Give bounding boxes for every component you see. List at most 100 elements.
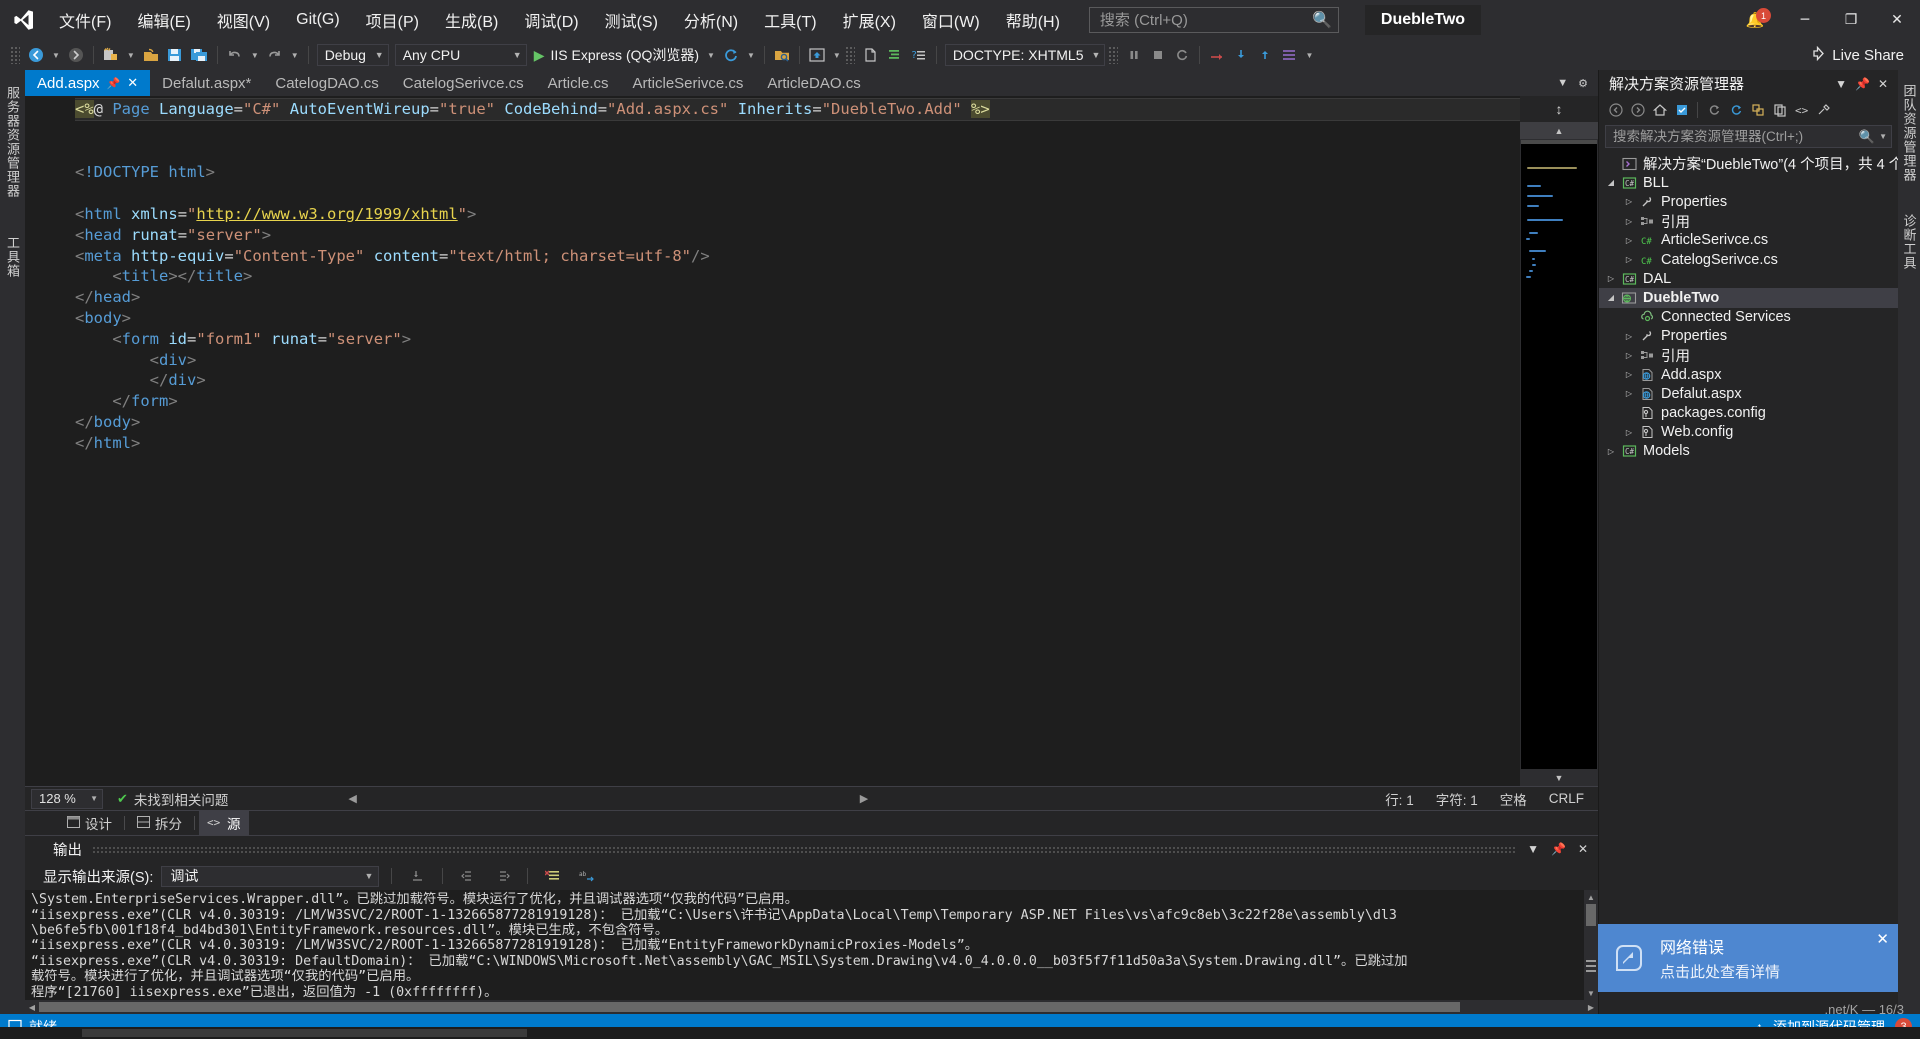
find-message-icon[interactable]	[404, 865, 430, 887]
chevron-down-icon[interactable]: ▼	[1527, 842, 1539, 856]
tree-row-bll[interactable]: ◢ C# BLL	[1599, 173, 1898, 192]
tree-expander-collapsed[interactable]: ▷	[1621, 389, 1637, 398]
rail-tab-server-explorer[interactable]: 服务器资源管理器	[2, 80, 23, 204]
undo-dropdown-icon[interactable]: ▼	[247, 51, 263, 60]
tree-expander-collapsed[interactable]: ▷	[1621, 370, 1637, 379]
tree-row-articleserivce-cs[interactable]: ▷ C# ArticleSerivce.cs	[1599, 231, 1898, 250]
menu-item-extensions[interactable]: 扩展(X)	[830, 0, 909, 40]
minimize-button[interactable]: ─	[1782, 0, 1828, 40]
refresh-icon[interactable]	[1725, 100, 1746, 121]
scroll-left-icon[interactable]: ◀	[348, 792, 356, 805]
designer-tab-split[interactable]: 拆分	[129, 810, 190, 836]
tree-expander-collapsed[interactable]: ▷	[1621, 217, 1637, 226]
doctype-combo[interactable]: DOCTYPE: XHTML5 ▼	[944, 44, 1106, 66]
editor-minimap[interactable]: ↕ ▲ ▼	[1520, 96, 1598, 787]
close-icon[interactable]: ✕	[1876, 930, 1889, 948]
tree-row-bll-references[interactable]: ▷ 引用	[1599, 212, 1898, 231]
solution-explorer-search[interactable]: 🔍 ▼	[1605, 125, 1892, 148]
scroll-left-icon[interactable]: ◀	[25, 1003, 39, 1012]
thread-dropdown-icon[interactable]: ▼	[1301, 51, 1317, 60]
code-editor[interactable]: <%@ Page Language="C#" AutoEventWireup="…	[25, 96, 1598, 787]
hot-reload-dropdown-icon[interactable]: ▼	[743, 51, 759, 60]
output-horizontal-scrollbar[interactable]: ◀ ▶	[25, 1000, 1598, 1014]
pause-icon[interactable]	[1122, 43, 1146, 67]
designer-tab-source[interactable]: <> 源	[199, 810, 249, 837]
code-scroll-region[interactable]: <%@ Page Language="C#" AutoEventWireup="…	[75, 96, 1520, 786]
thread-icon[interactable]	[1277, 43, 1301, 67]
chevron-down-icon[interactable]: ▼	[1879, 132, 1887, 141]
tree-row-duebletwo-references[interactable]: ▷ 引用	[1599, 346, 1898, 365]
redo-icon[interactable]	[263, 43, 287, 67]
menu-item-project[interactable]: 项目(P)	[353, 0, 432, 40]
chevron-down-icon[interactable]: ▼	[1557, 77, 1568, 89]
scroll-right-icon[interactable]: ▶	[1584, 1003, 1598, 1012]
tree-row-defalut-aspx[interactable]: ▷ Defalut.aspx	[1599, 384, 1898, 403]
tree-row-add-aspx[interactable]: ▷ Add.aspx	[1599, 365, 1898, 384]
hot-reload-icon[interactable]	[719, 43, 743, 67]
menu-item-tools[interactable]: 工具(T)	[751, 0, 829, 40]
tree-expander-collapsed[interactable]: ▷	[1621, 428, 1637, 437]
tree-row-duebletwo[interactable]: ◢ DuebleTwo	[1599, 288, 1898, 308]
indent-indicator[interactable]: 空格	[1500, 789, 1527, 809]
menu-item-file[interactable]: 文件(F)	[46, 0, 124, 40]
navigate-forward-icon[interactable]	[64, 43, 88, 67]
scroll-down-icon[interactable]: ▼	[1520, 769, 1598, 787]
search-icon[interactable]: 🔍	[1859, 129, 1875, 145]
save-all-icon[interactable]	[187, 43, 212, 67]
scrollbar-track[interactable]	[39, 1002, 1584, 1012]
solution-platform-combo[interactable]: Any CPU ▼	[394, 44, 527, 66]
redo-dropdown-icon[interactable]: ▼	[287, 51, 303, 60]
editor-tab-article-cs[interactable]: Article.cs	[536, 70, 621, 96]
save-icon[interactable]	[163, 43, 187, 67]
live-share-button[interactable]: Live Share	[1802, 45, 1920, 65]
rail-tab-diagnostic-tools[interactable]: 诊断工具	[1899, 208, 1920, 276]
network-error-toast[interactable]: ✕ 网络错误 点击此处查看详情	[1598, 924, 1898, 992]
tree-row-solution[interactable]: 解决方案“DuebleTwo”(4 个项目，共 4 个)	[1599, 154, 1898, 173]
gear-icon[interactable]: ⚙	[1578, 77, 1588, 90]
editor-tab-articledao-cs[interactable]: ArticleDAO.cs	[755, 70, 872, 96]
pin-icon[interactable]: 📌	[107, 77, 121, 90]
start-debugging-dropdown-icon[interactable]: ▼	[703, 51, 719, 60]
tree-row-duebletwo-properties[interactable]: ▷ Properties	[1599, 327, 1898, 346]
pending-changes-icon[interactable]	[1671, 100, 1692, 121]
menu-item-build[interactable]: 生成(B)	[432, 0, 511, 40]
folder-search-icon[interactable]	[770, 43, 794, 67]
navigate-back-dropdown-icon[interactable]: ▼	[48, 51, 64, 60]
panel-drag-dots[interactable]	[92, 845, 1518, 853]
editor-tab-catelogserivce-cs[interactable]: CatelogSerivce.cs	[391, 70, 536, 96]
clear-all-icon[interactable]	[540, 865, 566, 887]
rail-tab-toolbox[interactable]: 工具箱	[2, 230, 23, 284]
toast-subtitle[interactable]: 点击此处查看详情	[1660, 961, 1780, 982]
tree-row-models[interactable]: ▷ C# Models	[1599, 442, 1898, 461]
menu-item-git[interactable]: Git(G)	[283, 0, 353, 40]
editor-tab-add-aspx[interactable]: Add.aspx 📌 ✕	[25, 70, 151, 96]
minimap-canvas[interactable]	[1521, 140, 1597, 770]
close-icon[interactable]: ✕	[1874, 77, 1892, 91]
tree-expander-expanded[interactable]: ◢	[1603, 293, 1619, 302]
solution-configuration-combo[interactable]: Debug ▼	[316, 44, 389, 66]
home-icon[interactable]	[1649, 100, 1670, 121]
view-code-icon[interactable]: <>	[1791, 100, 1812, 121]
toolbar-grip[interactable]	[10, 46, 20, 64]
tree-expander-expanded[interactable]: ◢	[1603, 178, 1619, 187]
step-out-icon[interactable]	[1253, 43, 1277, 67]
tree-expander-collapsed[interactable]: ▷	[1621, 236, 1637, 245]
editor-tab-defalut-aspx[interactable]: Defalut.aspx*	[150, 70, 263, 96]
editor-tab-articleserivce-cs[interactable]: ArticleSerivce.cs	[620, 70, 755, 96]
close-icon[interactable]: ✕	[127, 76, 138, 91]
scrollbar-thumb[interactable]	[39, 1002, 1461, 1012]
properties-icon[interactable]	[1813, 100, 1834, 121]
preview-in-browser-icon[interactable]	[805, 43, 829, 67]
menu-item-test[interactable]: 测试(S)	[592, 0, 671, 40]
preview-dropdown-icon[interactable]: ▼	[829, 51, 845, 60]
stop-icon[interactable]	[1146, 43, 1170, 67]
tree-expander-collapsed[interactable]: ▷	[1621, 351, 1637, 360]
designer-tab-design[interactable]: 设计	[59, 810, 120, 836]
scroll-up-icon[interactable]: ▲	[1520, 122, 1598, 139]
scroll-right-icon[interactable]: ▶	[860, 792, 868, 805]
step-into-icon[interactable]	[1229, 43, 1253, 67]
menu-item-help[interactable]: 帮助(H)	[993, 0, 1073, 40]
output-vertical-scrollbar[interactable]: ▲ ▼	[1584, 890, 1598, 1000]
collapse-all-icon[interactable]	[1747, 100, 1768, 121]
open-folder-icon[interactable]	[139, 43, 163, 67]
